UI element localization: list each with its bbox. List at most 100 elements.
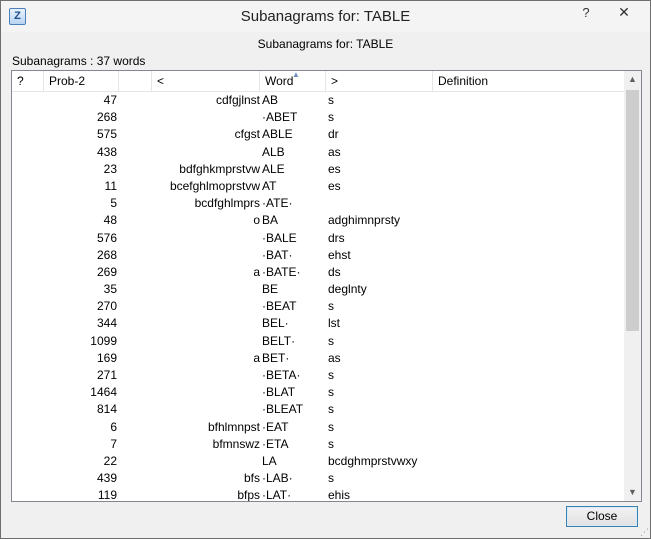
back-hooks-cell: s: [328, 368, 334, 382]
word-cell: BEL·: [262, 316, 289, 331]
table-row[interactable]: 269 a ·BATE· ds: [12, 264, 624, 281]
subanagram-list[interactable]: ? Prob-2 < Word > Definition ▲ 47 cdfgjln…: [11, 70, 642, 502]
column-header-front-hooks[interactable]: <: [152, 71, 260, 91]
table-row[interactable]: 119 bfps ·LAT· ehis: [12, 487, 624, 502]
front-hooks-cell: bcefghlmoprstvw: [169, 178, 260, 193]
sort-ascending-icon: ▲: [292, 70, 300, 79]
back-hooks-cell: dr: [328, 127, 339, 142]
front-hooks-cell: bdfghkmprstvw: [179, 161, 260, 176]
word-cell: ALE: [262, 161, 285, 176]
word-cell: BET·: [262, 350, 290, 365]
table-row[interactable]: 47 cdfgjlnst AB s: [12, 92, 624, 109]
back-hooks-cell: adghimnprsty: [328, 213, 401, 228]
prob-cell: 11: [104, 178, 117, 193]
front-hooks-cell: bfhlmnpst: [207, 419, 260, 434]
table-row[interactable]: 268 ·ABET s: [12, 109, 624, 126]
table-row[interactable]: 344 BEL· lst: [12, 315, 624, 332]
prob-cell: 5: [110, 196, 117, 211]
prob-cell: 439: [96, 471, 117, 486]
table-row[interactable]: 439 bfs ·LAB· s: [12, 470, 624, 487]
back-hooks-cell: s: [328, 436, 334, 451]
table-row[interactable]: 11 bcefghlmoprstvw AT es: [12, 178, 624, 195]
table-row[interactable]: 6 bfhlmnpst ·EAT s: [12, 419, 624, 436]
table-row[interactable]: 23 bdfghkmprstvw ALE es: [12, 161, 624, 178]
prob-cell: 344: [96, 316, 117, 331]
help-button[interactable]: ?: [578, 3, 594, 23]
back-hooks-cell: s: [328, 402, 334, 417]
scroll-down-icon[interactable]: ▼: [624, 484, 641, 501]
table-row[interactable]: 270 ·BEAT s: [12, 298, 624, 315]
table-row[interactable]: 438 ALB as: [12, 144, 624, 161]
table-row[interactable]: 169 a BET· as: [12, 350, 624, 367]
table-row[interactable]: 814 ·BLEAT s: [12, 401, 624, 418]
front-hooks-cell: bfs: [243, 471, 260, 486]
back-hooks-cell: s: [328, 471, 334, 486]
table-row[interactable]: 48 o BA adghimnprsty: [12, 212, 624, 229]
prob-cell: 119: [97, 488, 117, 502]
table-row[interactable]: 7 bfmnswz ·ETA s: [12, 436, 624, 453]
word-cell: ·BLAT: [262, 385, 296, 400]
window-close-button[interactable]: ✕: [601, 1, 647, 23]
word-cell: ·BAT·: [262, 247, 293, 262]
prob-cell: 35: [103, 282, 117, 297]
word-cell: ·BETA·: [262, 368, 301, 382]
window-title: Subanagrams for: TABLE: [240, 8, 411, 25]
front-hooks-cell: bfps: [237, 488, 260, 502]
prob-cell: 575: [96, 127, 117, 142]
table-row[interactable]: 1464 ·BLAT s: [12, 384, 624, 401]
front-hooks-cell: cdfgjlnst: [215, 93, 260, 107]
prob-cell: 270: [96, 299, 117, 314]
dialog-body: Subanagrams for: TABLE Subanagrams : 37 …: [9, 32, 642, 530]
table-row[interactable]: 1099 BELT· s: [12, 333, 624, 350]
dialog-header: Subanagrams for: TABLE: [257, 37, 394, 51]
front-hooks-cell: bfmnswz: [212, 436, 260, 451]
table-row[interactable]: 575 cfgst ABLE dr: [12, 126, 624, 143]
list-rows: 47 cdfgjlnst AB s 268 ·ABET s 575 cfgst ABLE dr 438…: [12, 92, 624, 502]
back-hooks-cell: s: [328, 93, 334, 107]
close-button[interactable]: Close: [566, 506, 638, 527]
vertical-scrollbar[interactable]: ▲ ▼: [624, 71, 641, 501]
prob-cell: 268: [96, 110, 117, 125]
word-cell: LA: [262, 453, 277, 468]
prob-cell: 438: [96, 144, 117, 159]
front-hooks-cell: cfgst: [234, 127, 260, 142]
column-header-blank[interactable]: [119, 71, 152, 91]
table-row[interactable]: 22 LA bcdghmprstvwxy: [12, 453, 624, 470]
table-row[interactable]: 5 bcdfghlmprs ·ATE·: [12, 195, 624, 212]
back-hooks-cell: bcdghmprstvwxy: [328, 453, 418, 468]
table-row[interactable]: 268 ·BAT· ehst: [12, 247, 624, 264]
back-hooks-cell: s: [328, 419, 334, 434]
word-cell: BA: [262, 213, 279, 228]
word-cell: ·BLEAT: [262, 402, 304, 417]
scrollbar-thumb[interactable]: [626, 90, 639, 331]
title-bar[interactable]: Z Subanagrams for: TABLE ? ✕: [1, 1, 650, 32]
back-hooks-cell: es: [328, 178, 341, 193]
column-header-prob[interactable]: Prob-2: [44, 71, 119, 91]
subanagrams-window: Z Subanagrams for: TABLE ? ✕ Subanagrams…: [0, 0, 651, 539]
front-hooks-cell: bcdfghlmprs: [194, 196, 260, 211]
prob-cell: 1099: [90, 333, 117, 348]
resize-grip-icon[interactable]: ⋰: [639, 527, 649, 537]
column-header-flag[interactable]: ?: [12, 71, 44, 91]
column-header-definition[interactable]: Definition: [433, 71, 624, 91]
prob-cell: 48: [103, 213, 117, 228]
scroll-up-icon[interactable]: ▲: [624, 71, 641, 88]
table-row[interactable]: 271 ·BETA· s: [12, 367, 624, 384]
back-hooks-cell: as: [328, 350, 341, 365]
column-header-back-hooks[interactable]: >: [326, 71, 433, 91]
word-cell: ·ATE·: [262, 196, 293, 211]
back-hooks-cell: s: [328, 333, 334, 348]
back-hooks-cell: s: [328, 110, 334, 125]
front-hooks-cell: o: [253, 213, 260, 228]
word-cell: ·BEAT: [262, 299, 297, 314]
prob-cell: 576: [96, 230, 117, 245]
word-cell: ABLE: [262, 127, 293, 142]
word-cell: ALB: [262, 144, 285, 159]
word-count-label: Subanagrams : 37 words: [12, 54, 146, 68]
back-hooks-cell: as: [328, 144, 341, 159]
table-row[interactable]: 576 ·BALE drs: [12, 230, 624, 247]
table-row[interactable]: 35 BE deglnty: [12, 281, 624, 298]
back-hooks-cell: ds: [328, 264, 341, 279]
word-cell: ·EAT: [262, 419, 289, 434]
prob-cell: 169: [96, 350, 117, 365]
